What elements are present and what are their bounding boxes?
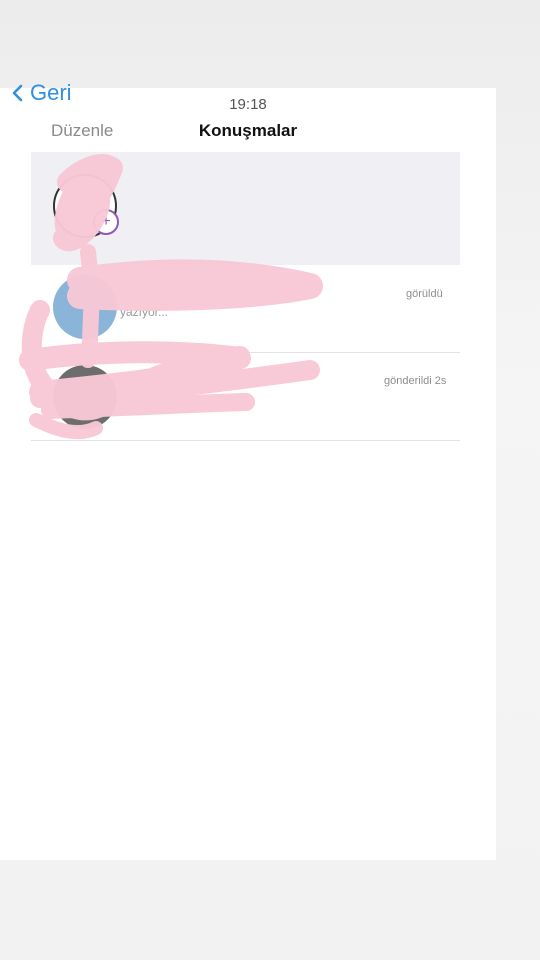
avatar	[53, 275, 117, 339]
typing-indicator: yazıyor...	[120, 305, 169, 319]
status-badge: gönderildi 2s	[384, 375, 447, 387]
avatar	[53, 365, 117, 429]
add-story-icon[interactable]: +	[93, 209, 119, 235]
status-time: 19:18	[229, 96, 267, 113]
conversation-list: +	[31, 152, 460, 441]
page-title: Konuşmalar	[198, 121, 298, 140]
conversation-row[interactable]	[31, 265, 460, 353]
status-badge: görüldü	[406, 288, 443, 300]
conversation-row[interactable]	[31, 353, 460, 441]
story-row[interactable]: +	[31, 152, 460, 265]
